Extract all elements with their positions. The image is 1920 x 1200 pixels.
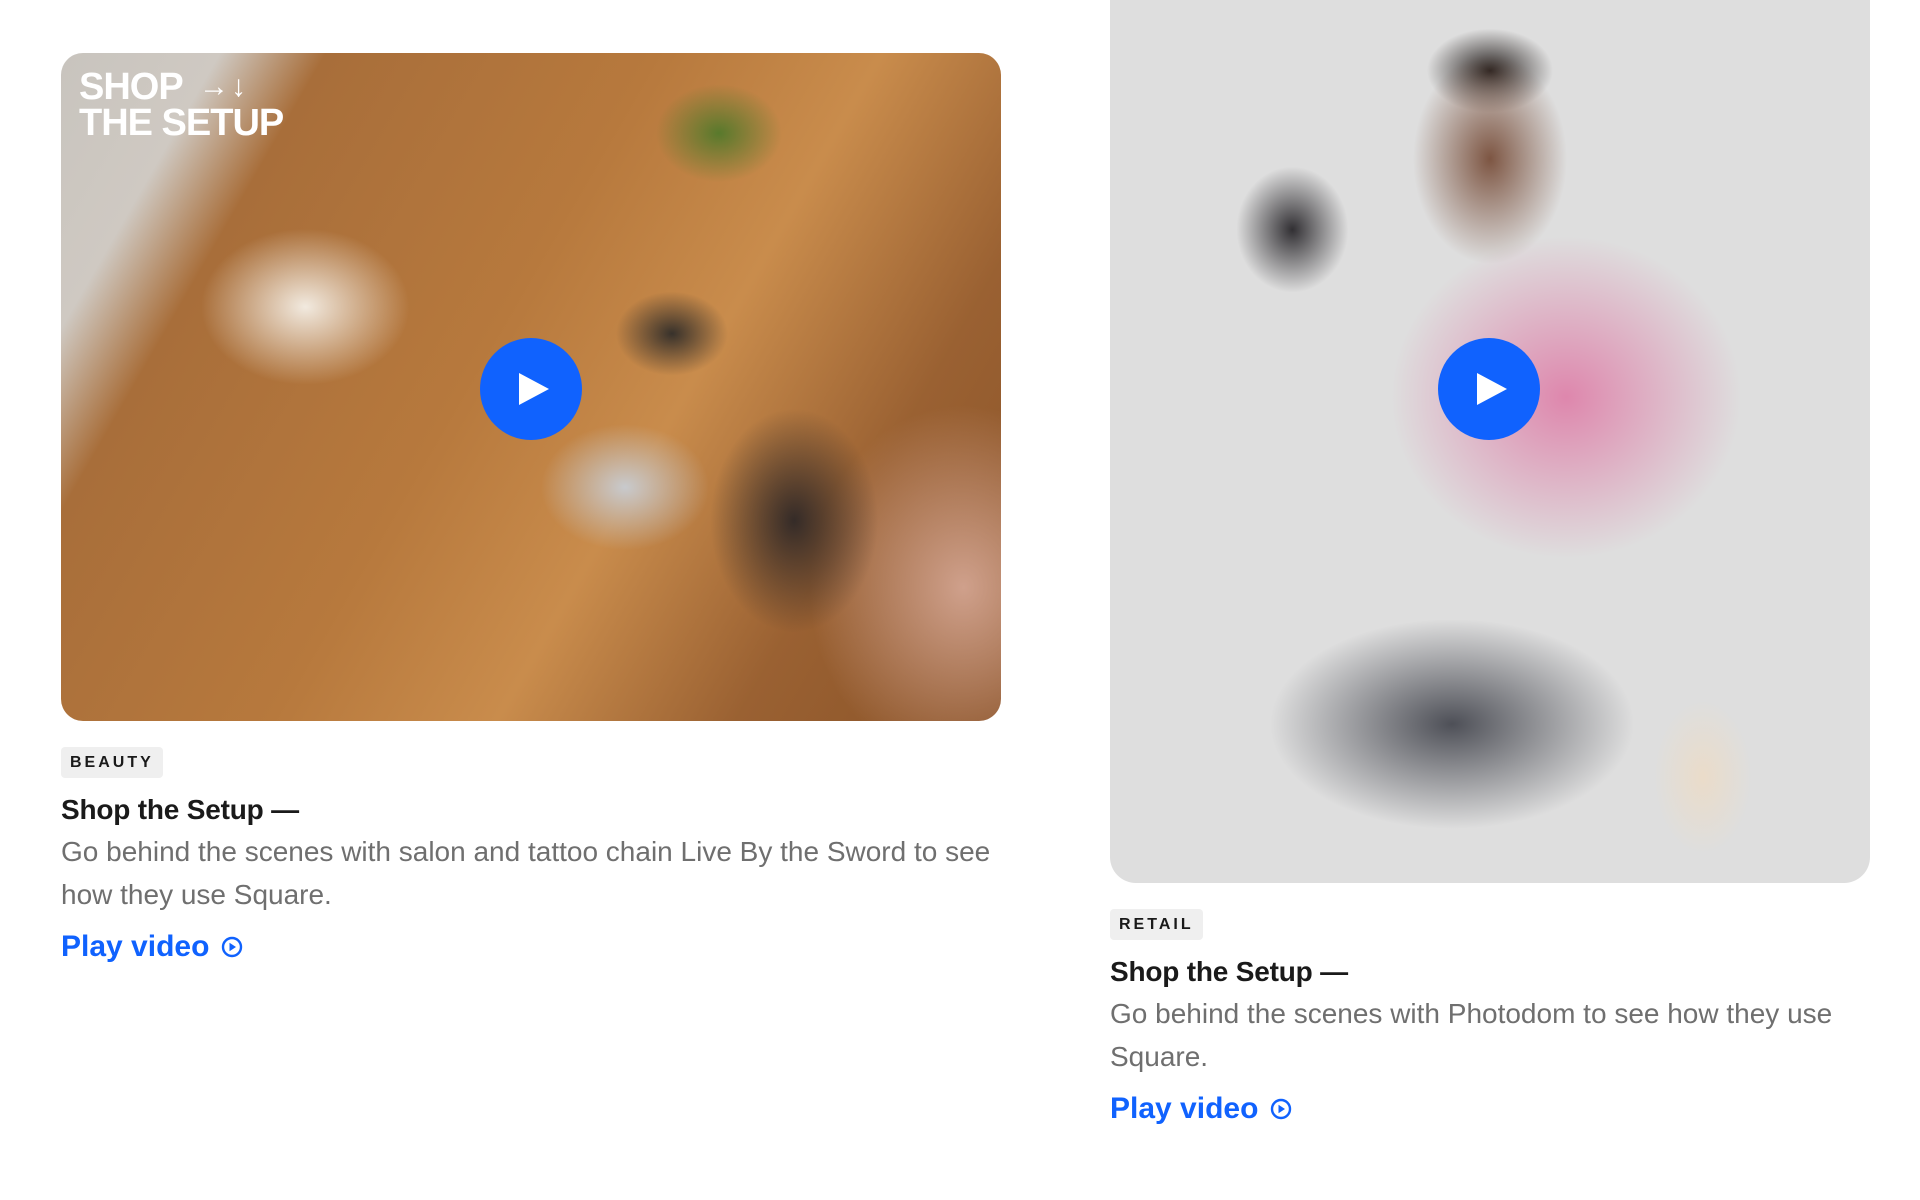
category-tag: BEAUTY	[61, 747, 163, 778]
card-title: Shop the Setup —	[1110, 956, 1348, 987]
play-icon	[519, 373, 549, 405]
play-video-label: Play video	[61, 930, 210, 963]
play-icon	[1477, 373, 1507, 405]
shop-the-setup-logo: SHOP THE SETUP →↓	[79, 66, 284, 144]
play-circle-icon	[1271, 1098, 1292, 1120]
arrows-icon: →↓	[199, 70, 248, 103]
card-description: Go behind the scenes with Photodom to se…	[1110, 998, 1833, 1072]
play-button[interactable]	[480, 338, 582, 440]
video-card-beauty: SHOP THE SETUP →↓ BEAUTY Shop the Setup …	[61, 53, 1001, 964]
category-tag: RETAIL	[1110, 909, 1203, 940]
play-button[interactable]	[1438, 338, 1540, 440]
video-card-retail: RETAIL Shop the Setup — Go behind the sc…	[1110, 0, 1870, 1126]
play-video-label: Play video	[1110, 1092, 1259, 1125]
play-video-link[interactable]: Play video	[1110, 1092, 1292, 1126]
card-description: Go behind the scenes with salon and tatt…	[61, 836, 991, 910]
video-thumbnail[interactable]	[1110, 0, 1870, 883]
play-video-link[interactable]: Play video	[61, 930, 243, 964]
play-circle-icon	[222, 936, 243, 958]
video-thumbnail[interactable]: SHOP THE SETUP →↓	[61, 53, 1001, 721]
card-title: Shop the Setup —	[61, 794, 299, 825]
